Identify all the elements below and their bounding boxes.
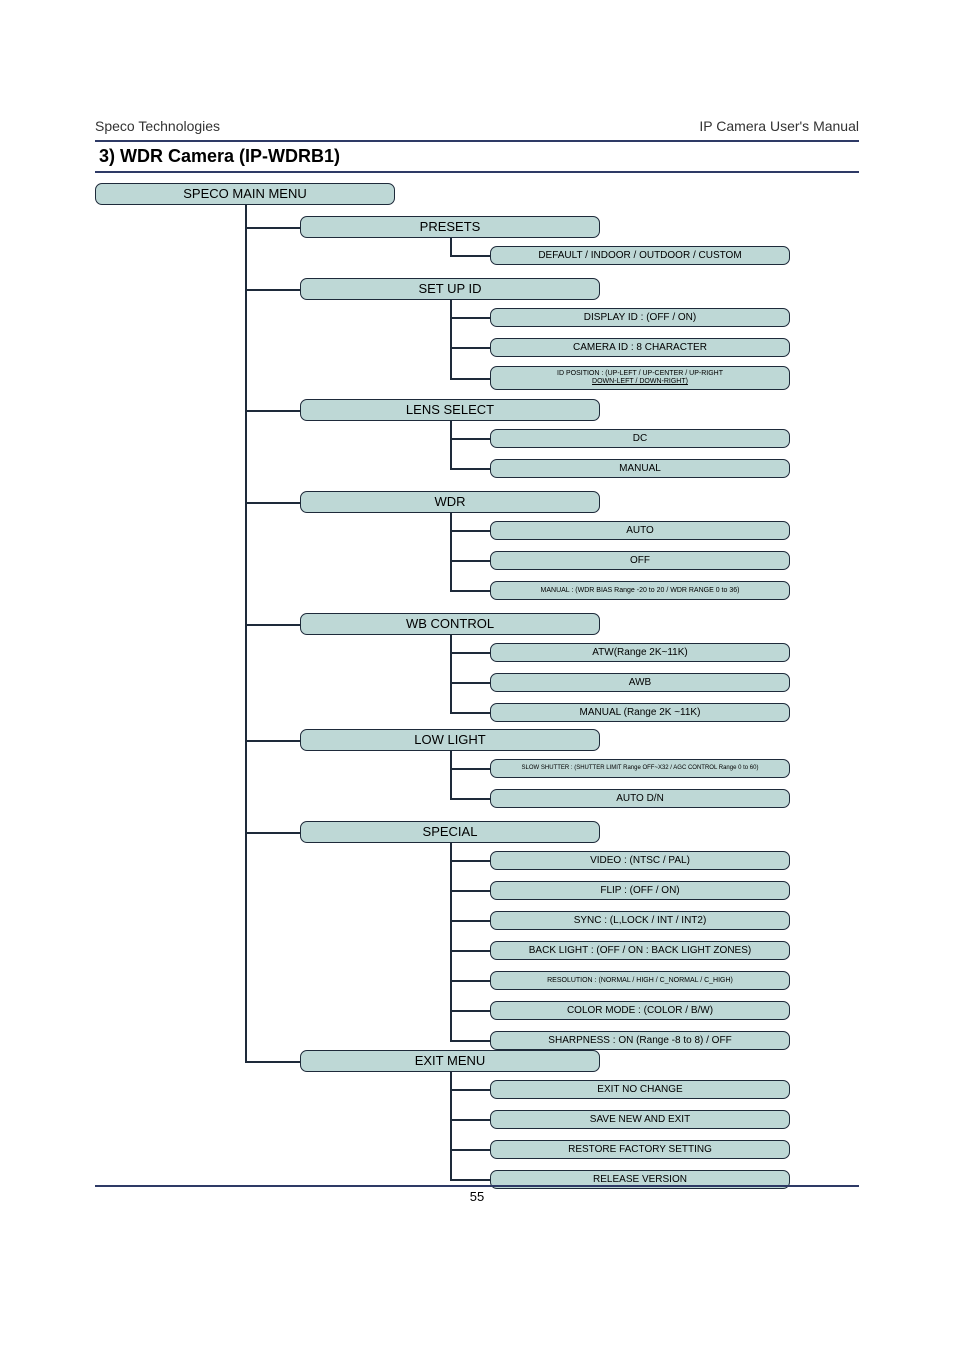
connector <box>450 468 490 470</box>
connector <box>450 1149 490 1151</box>
leaf-setupid-multi: ID POSITION : (UP-LEFT / UP-CENTER / UP-… <box>490 366 790 390</box>
connector <box>450 950 490 952</box>
root-node: SPECO MAIN MENU <box>95 183 395 205</box>
connector <box>245 227 300 229</box>
leaf-lowlight-1: AUTO D/N <box>490 789 790 808</box>
connector <box>450 438 490 440</box>
connector <box>450 1010 490 1012</box>
cat-wb: WB CONTROL <box>300 613 600 635</box>
leaf-special-1: FLIP : (OFF / ON) <box>490 881 790 900</box>
leaf-wdr-1: OFF <box>490 551 790 570</box>
leaf-lens-0: DC <box>490 429 790 448</box>
header-right: IP Camera User's Manual <box>699 118 859 134</box>
leaf-wb-1: AWB <box>490 673 790 692</box>
cat-lens: LENS SELECT <box>300 399 600 421</box>
cat-special: SPECIAL <box>300 821 600 843</box>
connector <box>450 652 490 654</box>
connector <box>450 635 452 712</box>
leaf-setupid-0: DISPLAY ID : (OFF / ON) <box>490 308 790 327</box>
leaf-exit-0: EXIT NO CHANGE <box>490 1080 790 1099</box>
leaf-lens-1: MANUAL <box>490 459 790 478</box>
leaf-wdr-2: MANUAL : (WDR BIAS Range -20 to 20 / WDR… <box>490 581 790 600</box>
connector <box>450 255 490 257</box>
leaf-exit-1: SAVE NEW AND EXIT <box>490 1110 790 1129</box>
connector <box>245 502 300 504</box>
connector <box>450 798 490 800</box>
connector <box>450 1040 490 1042</box>
leaf-text: DOWN-LEFT / DOWN-RIGHT) <box>592 378 688 386</box>
connector <box>450 513 452 590</box>
connector <box>245 289 300 291</box>
connector <box>245 740 300 742</box>
connector <box>450 890 490 892</box>
connector <box>450 421 452 468</box>
cat-presets: PRESETS <box>300 216 600 238</box>
connector <box>450 317 490 319</box>
connector <box>245 410 300 412</box>
connector <box>245 1061 300 1063</box>
connector <box>450 347 490 349</box>
connector <box>450 980 490 982</box>
menu-tree-diagram: SPECO MAIN MENU PRESETS DEFAULT / INDOOR… <box>95 183 860 1183</box>
connector <box>450 238 452 255</box>
leaf-special-6: SHARPNESS : ON (Range -8 to 8) / OFF <box>490 1031 790 1050</box>
connector <box>450 1119 490 1121</box>
leaf-exit-2: RESTORE FACTORY SETTING <box>490 1140 790 1159</box>
leaf-text: ID POSITION : (UP-LEFT / UP-CENTER / UP-… <box>557 370 723 378</box>
leaf-special-2: SYNC : (L,LOCK / INT / INT2) <box>490 911 790 930</box>
leaf-special-3: BACK LIGHT : (OFF / ON : BACK LIGHT ZONE… <box>490 941 790 960</box>
cat-lowlight: LOW LIGHT <box>300 729 600 751</box>
connector <box>450 1089 490 1091</box>
connector <box>450 920 490 922</box>
cat-exit: EXIT MENU <box>300 1050 600 1072</box>
connector <box>450 712 490 714</box>
cat-setupid: SET UP ID <box>300 278 600 300</box>
leaf-presets-0: DEFAULT / INDOOR / OUTDOOR / CUSTOM <box>490 246 790 265</box>
page-number: 55 <box>0 1189 954 1204</box>
connector <box>245 624 300 626</box>
footer-divider <box>95 1185 859 1187</box>
section-title: 3) WDR Camera (IP-WDRB1) <box>95 140 859 173</box>
leaf-setupid-1: CAMERA ID : 8 CHARACTER <box>490 338 790 357</box>
connector <box>450 560 490 562</box>
leaf-wdr-0: AUTO <box>490 521 790 540</box>
connector <box>450 530 490 532</box>
connector <box>450 590 490 592</box>
leaf-lowlight-0: SLOW SHUTTER : (SHUTTER LIMIT Range OFF~… <box>490 759 790 778</box>
connector <box>245 832 300 834</box>
leaf-wb-2: MANUAL (Range 2K ~11K) <box>490 703 790 722</box>
connector <box>450 300 452 378</box>
leaf-special-0: VIDEO : (NTSC / PAL) <box>490 851 790 870</box>
connector <box>450 1179 490 1181</box>
connector <box>450 751 452 798</box>
leaf-wb-0: ATW(Range 2K~11K) <box>490 643 790 662</box>
leaf-special-5: COLOR MODE : (COLOR / B/W) <box>490 1001 790 1020</box>
connector <box>450 682 490 684</box>
cat-wdr: WDR <box>300 491 600 513</box>
leaf-special-4: RESOLUTION : (NORMAL / HIGH / C_NORMAL /… <box>490 971 790 990</box>
connector <box>245 205 247 1061</box>
connector <box>450 378 490 380</box>
header-left: Speco Technologies <box>95 118 220 134</box>
connector <box>450 768 490 770</box>
connector <box>450 860 490 862</box>
